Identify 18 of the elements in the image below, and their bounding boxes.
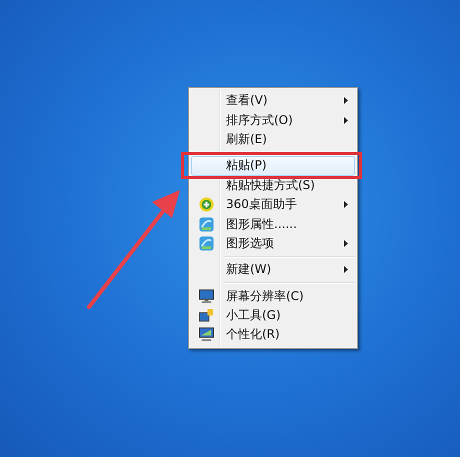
graphics-icon [199,216,214,232]
plus-badge-icon [199,197,214,212]
menu-item[interactable]: 粘贴(P) [191,156,355,176]
menu-item[interactable]: 查看(V) [191,91,355,110]
monitor-icon [199,288,214,304]
menu-item[interactable]: 屏幕分辨率(C) [191,286,355,306]
menu-item[interactable]: 图形选项 [191,234,355,254]
menu-item[interactable]: 个性化(R) [191,325,355,345]
menu-item[interactable]: 粘贴快捷方式(S) [191,176,355,195]
menu-item[interactable]: 新建(W) [191,260,355,280]
monitor-icon [199,327,214,342]
menu-item[interactable]: 刷新(E) [191,130,355,150]
menu-item[interactable]: 排序方式(O) [191,110,355,130]
gadget-icon [199,308,214,324]
menu-item[interactable]: 小工具(G) [191,306,355,326]
menu-item[interactable]: 图形属性...... [191,214,355,234]
graphics-icon [199,236,214,251]
menu-item[interactable]: 360桌面助手 [191,194,355,214]
